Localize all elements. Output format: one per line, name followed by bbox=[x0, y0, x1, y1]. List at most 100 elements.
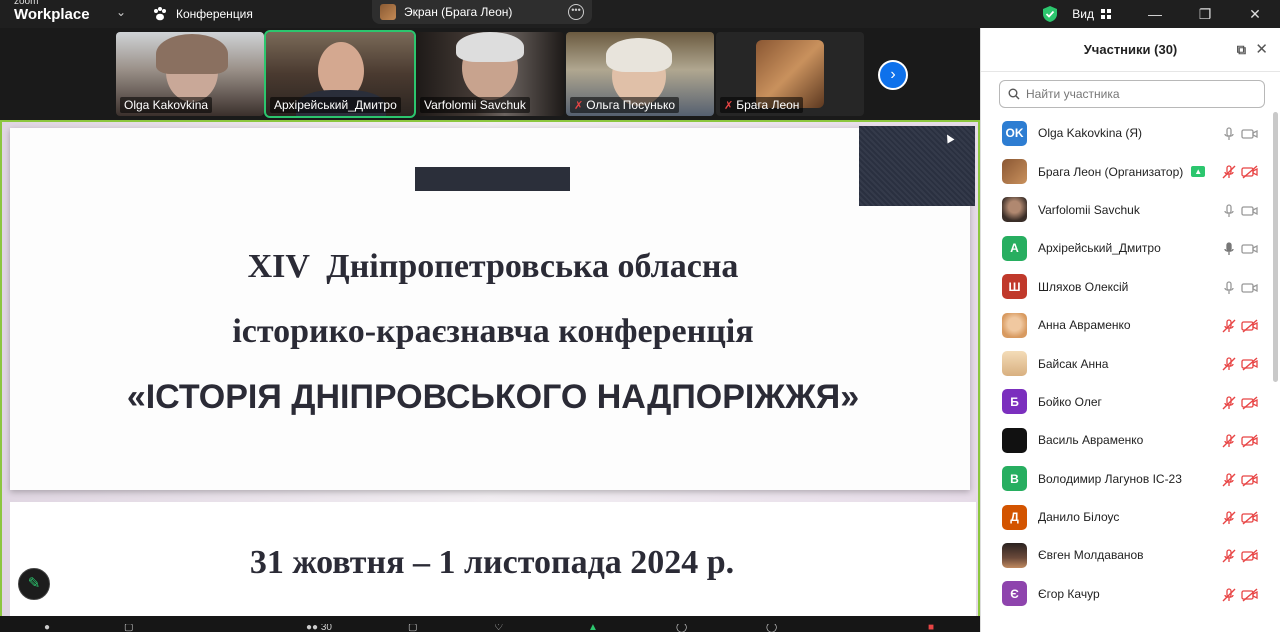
participant-row[interactable]: Є Єгор Качур bbox=[981, 575, 1269, 613]
meeting-toolbar: ● ▢ ●● 30 ▢ ♡ ▲ ◯ ◯ ■ bbox=[0, 616, 980, 632]
microphone-muted-icon[interactable] bbox=[1221, 395, 1237, 411]
screen-share-indicator[interactable]: Экран (Брага Леон) ••• bbox=[372, 0, 592, 24]
chevron-right-icon[interactable]: › bbox=[878, 60, 908, 90]
grid-icon[interactable] bbox=[1100, 8, 1112, 20]
minimize-icon[interactable]: — bbox=[1130, 6, 1180, 22]
participant-name: Бойко Олег bbox=[1038, 394, 1102, 409]
avatar: OK bbox=[1002, 120, 1027, 146]
search-input[interactable] bbox=[1026, 87, 1246, 101]
video-camera-off-icon[interactable] bbox=[1241, 356, 1259, 372]
video-camera-icon[interactable] bbox=[1241, 280, 1259, 296]
shield-icon[interactable] bbox=[1042, 5, 1058, 23]
participant-row[interactable]: В Володимир Лагунов ІС-23 bbox=[981, 460, 1269, 498]
chevron-down-icon[interactable]: ⌄ bbox=[116, 5, 126, 19]
microphone-active-icon[interactable] bbox=[1221, 241, 1237, 257]
avatar bbox=[1002, 542, 1027, 568]
restore-icon[interactable]: ❐ bbox=[1180, 6, 1230, 23]
participant-hair bbox=[606, 38, 672, 72]
video-camera-icon[interactable]: ▢ bbox=[124, 624, 133, 632]
participant-name: Євген Молдаванов bbox=[1038, 548, 1144, 563]
sharer-avatar bbox=[380, 4, 396, 20]
microphone-muted-icon[interactable] bbox=[1221, 164, 1237, 180]
tile-name: Olga Kakovkina bbox=[120, 97, 213, 113]
avatar bbox=[1002, 312, 1027, 338]
microphone-muted-icon[interactable] bbox=[1221, 472, 1237, 488]
titlebar-controls: Вид — ❐ ✕ bbox=[1042, 0, 1280, 28]
view-button[interactable]: Вид bbox=[1072, 7, 1094, 21]
screen-share-icon: ▲ bbox=[1191, 166, 1206, 178]
app-brand[interactable]: zoom Workplace ⌄ bbox=[14, 0, 126, 28]
tile-name: ✗ Ольга Посунько bbox=[570, 97, 680, 113]
participants-icon[interactable]: ●● 30 bbox=[306, 624, 332, 632]
more-options-icon[interactable]: ••• bbox=[568, 4, 584, 20]
participant-row[interactable]: А Архірейський_Дмитро bbox=[981, 229, 1269, 267]
video-tile[interactable]: ✗ Брага Леон bbox=[716, 32, 864, 116]
video-camera-off-icon[interactable] bbox=[1241, 433, 1259, 449]
video-camera-off-icon[interactable] bbox=[1241, 318, 1259, 334]
video-tile[interactable]: Varfolomii Savchuk bbox=[416, 32, 564, 116]
microphone-muted-icon[interactable] bbox=[1221, 356, 1237, 372]
participant-name: Архірейський_Дмитро bbox=[1038, 241, 1161, 256]
participant-row[interactable]: Д Данило Білоус bbox=[981, 498, 1269, 536]
microphone-muted-icon[interactable] bbox=[1221, 510, 1237, 526]
close-icon[interactable]: ✕ bbox=[1230, 6, 1280, 23]
avatar: Ш bbox=[1002, 274, 1027, 300]
microphone-icon[interactable] bbox=[1221, 203, 1237, 219]
chat-icon[interactable]: ▢ bbox=[408, 624, 417, 632]
avatar: В bbox=[1002, 466, 1027, 492]
slide-line-1: XIV Дніпропетровська обласна bbox=[247, 248, 739, 285]
video-camera-icon[interactable] bbox=[1241, 126, 1259, 142]
microphone-muted-icon[interactable] bbox=[1221, 433, 1237, 449]
panel-scrollbar[interactable] bbox=[1273, 112, 1278, 382]
participant-row[interactable]: Василь Авраменко bbox=[981, 421, 1269, 459]
participant-row[interactable]: Анна Авраменко bbox=[981, 306, 1269, 344]
video-camera-off-icon[interactable] bbox=[1241, 548, 1259, 564]
video-tile[interactable]: ✗ Ольга Посунько bbox=[566, 32, 714, 116]
microphone-muted-icon[interactable] bbox=[1221, 587, 1237, 603]
video-camera-off-icon[interactable] bbox=[1241, 395, 1259, 411]
video-camera-off-icon[interactable] bbox=[1241, 164, 1259, 180]
meeting-label: Конференция bbox=[176, 7, 253, 21]
reactions-icon[interactable]: ♡ bbox=[494, 624, 503, 632]
participant-row[interactable]: Євген Молдаванов bbox=[981, 536, 1269, 574]
video-strip: Olga Kakovkina Архірейський_Дмитро Varfo… bbox=[0, 28, 980, 120]
sharer-video-thumbnail[interactable] bbox=[859, 126, 975, 206]
video-tile-active-speaker[interactable]: Архірейський_Дмитро bbox=[264, 30, 416, 118]
video-camera-off-icon[interactable] bbox=[1241, 510, 1259, 526]
share-screen-icon[interactable]: ▲ bbox=[588, 624, 598, 632]
participant-name: Байсак Анна bbox=[1038, 356, 1109, 371]
meeting-menu[interactable]: Конференция bbox=[152, 2, 253, 26]
participant-row[interactable]: Ш Шляхов Олексій bbox=[981, 268, 1269, 306]
video-tile[interactable]: Olga Kakovkina bbox=[116, 32, 264, 116]
video-camera-off-icon[interactable] bbox=[1241, 472, 1259, 488]
participant-row[interactable]: OK Olga Kakovkina (Я) bbox=[981, 114, 1269, 152]
microphone-muted-icon[interactable] bbox=[1221, 318, 1237, 334]
participant-row[interactable]: Байсак Анна bbox=[981, 344, 1269, 382]
share-label: Экран (Брага Леон) bbox=[404, 5, 513, 19]
participant-name: Анна Авраменко bbox=[1038, 318, 1131, 333]
participant-row[interactable]: Varfolomii Savchuk bbox=[981, 191, 1269, 229]
participants-panel: Участники (30) ⧉ ✕ OK Olga Kakovkina (Я)… bbox=[980, 28, 1280, 632]
participant-name: Шляхов Олексій bbox=[1038, 279, 1129, 294]
video-camera-icon[interactable] bbox=[1241, 203, 1259, 219]
participant-search[interactable] bbox=[999, 80, 1265, 108]
microphone-icon[interactable] bbox=[1221, 280, 1237, 296]
zoom-window: zoom Workplace ⌄ Конференция Экран (Браг… bbox=[0, 0, 1280, 632]
microphone-muted-icon[interactable] bbox=[1221, 548, 1237, 564]
video-camera-off-icon[interactable] bbox=[1241, 587, 1259, 603]
avatar: Д bbox=[1002, 504, 1027, 530]
more-icon[interactable]: ◯ bbox=[766, 624, 777, 632]
apps-icon[interactable]: ◯ bbox=[676, 624, 687, 632]
close-panel-icon[interactable]: ✕ bbox=[1255, 40, 1268, 58]
participant-name: Володимир Лагунов ІС-23 bbox=[1038, 471, 1182, 486]
participant-hair bbox=[156, 34, 228, 74]
participant-row[interactable]: Брага Леон (Организатор) ▲ bbox=[981, 152, 1269, 190]
participant-row[interactable]: Б Бойко Олег bbox=[981, 383, 1269, 421]
avatar bbox=[1002, 427, 1027, 453]
pen-icon[interactable]: ✎ bbox=[18, 568, 50, 600]
video-camera-icon[interactable] bbox=[1241, 241, 1259, 257]
microphone-icon[interactable] bbox=[1221, 126, 1237, 142]
leave-icon[interactable]: ■ bbox=[928, 624, 934, 632]
popout-icon[interactable]: ⧉ bbox=[1237, 42, 1246, 58]
microphone-icon[interactable]: ● bbox=[44, 624, 50, 632]
